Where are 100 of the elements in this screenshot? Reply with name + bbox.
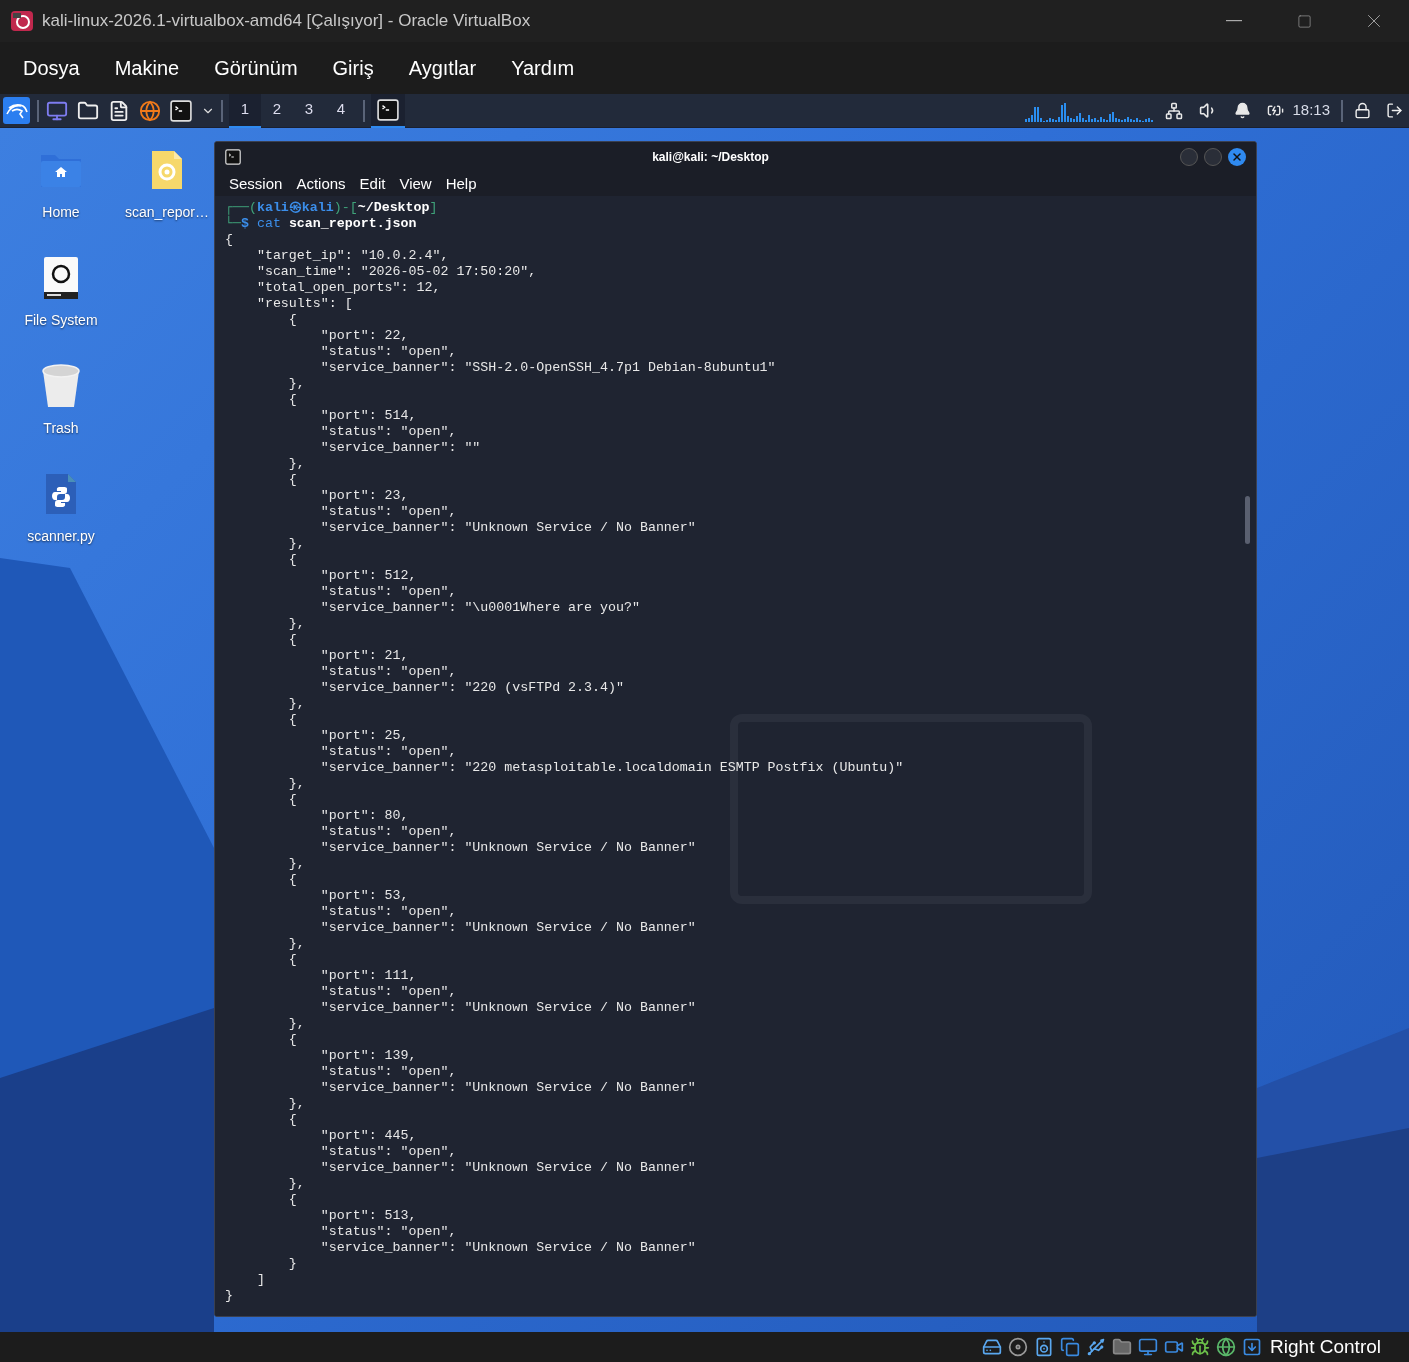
terminal-output-line: }, — [287, 536, 305, 552]
terminal-output-line: "results": [ — [255, 296, 353, 312]
terminal-output-line: }, — [287, 616, 305, 632]
terminal-menu-item[interactable]: Help — [439, 172, 483, 196]
terminal-output-line: "port": 445, — [319, 1128, 417, 1144]
terminal-output-line: "status": "open", — [319, 744, 457, 760]
terminal-menu-item[interactable]: View — [393, 172, 438, 196]
terminal-output-line: "service_banner": "" — [319, 440, 481, 456]
menu-item[interactable]: Dosya — [11, 48, 92, 88]
terminal-output-line: "port": 139, — [319, 1048, 417, 1064]
terminal-output-line: }, — [287, 696, 305, 712]
logout-icon[interactable] — [1386, 102, 1403, 119]
prompt-line: ┌──(kali㉿kali)-[~/Desktop] — [225, 200, 439, 216]
terminal-icon[interactable] — [377, 98, 399, 121]
close-icon — [1231, 151, 1243, 163]
optical-disc-icon[interactable] — [1008, 1337, 1029, 1357]
close-button[interactable] — [1228, 148, 1246, 166]
terminal-output-line: { — [287, 872, 297, 888]
shared-folder-icon[interactable] — [1112, 1337, 1133, 1357]
terminal-title: kali@kali: ~/Desktop — [651, 149, 770, 166]
document-icon[interactable] — [150, 149, 184, 191]
maximize-icon — [1296, 13, 1312, 29]
terminal-output-line: { — [287, 472, 297, 488]
terminal-output-line: "service_banner": "Unknown Service / No Banner" — [319, 1080, 696, 1096]
terminal-output-line: "port": 23, — [319, 488, 409, 504]
scrollbar-thumb — [1245, 496, 1250, 544]
terminal-output-line: ] — [255, 1272, 265, 1288]
app-logo-icon — [10, 9, 34, 33]
terminal-output-line: { — [287, 1192, 297, 1208]
desktop-icon-label: File System — [24, 311, 98, 330]
display-icon[interactable] — [1138, 1337, 1159, 1357]
terminal-output-line: "status": "open", — [319, 664, 457, 680]
web-browser-icon[interactable] — [139, 99, 161, 122]
terminal-output-line: { — [287, 1032, 297, 1048]
window-title: kali-linux-2026.1-virtualbox-amd64 [Çalışıyor] - Oracle VirtualBox — [42, 10, 531, 33]
terminal-output-line: }, — [287, 856, 305, 872]
terminal-output-line: "status": "open", — [319, 424, 457, 440]
terminal-output-line: "port": 21, — [319, 648, 409, 664]
terminal-menu-item[interactable]: Edit — [353, 172, 392, 196]
terminal-output-line: "service_banner": "Unknown Service / No Banner" — [319, 1160, 696, 1176]
menu-item[interactable]: Giriş — [320, 48, 386, 88]
terminal-output-line: "service_banner": "Unknown Service / No Banner" — [319, 520, 696, 536]
desktop-icon-label: Trash — [43, 419, 79, 438]
terminal-output-line: "port": 514, — [319, 408, 417, 424]
terminal-output-line: "target_ip": "10.0.2.4", — [255, 248, 449, 264]
trash-icon[interactable] — [42, 364, 80, 408]
terminal-output-line: { — [287, 552, 297, 568]
usb-icon[interactable] — [1086, 1337, 1107, 1357]
menu-item[interactable]: Yardım — [499, 48, 587, 88]
menu-item[interactable]: Makine — [102, 48, 192, 88]
terminal-output-line: }, — [287, 1176, 305, 1192]
menu-item[interactable]: Aygıtlar — [396, 48, 489, 88]
terminal-output-line: "service_banner": "Unknown Service / No Banner" — [319, 1240, 696, 1256]
terminal-output-line: "service_banner": "Unknown Service / No Banner" — [319, 1000, 696, 1016]
menu-item[interactable]: Görünüm — [202, 48, 310, 88]
terminal-output-line: "service_banner": "220 metasploitable.localdomain ESMTP Postfix (Ubuntu)" — [319, 760, 904, 776]
audio-icon[interactable] — [1034, 1337, 1055, 1357]
terminal-output-line: "status": "open", — [319, 824, 457, 840]
terminal-menu-item[interactable]: Actions — [290, 172, 352, 196]
network-icon[interactable] — [1165, 101, 1184, 120]
terminal-output-line: "service_banner": "Unknown Service / No Banner" — [319, 840, 696, 856]
file-manager-icon[interactable] — [77, 99, 99, 122]
desktop-icon-label: scan_repor… — [124, 203, 209, 222]
terminal-output-line: }, — [287, 456, 305, 472]
terminal-output-line: "scan_time": "2026-05-02 17:50:20", — [255, 264, 537, 280]
terminal-icon[interactable] — [170, 99, 192, 122]
terminal-output-line: "port": 25, — [319, 728, 409, 744]
terminal-output-line: "status": "open", — [319, 1144, 457, 1160]
terminal-output-line: } — [287, 1256, 297, 1272]
terminal-output-line: "status": "open", — [319, 344, 457, 360]
terminal-output-line: { — [287, 712, 297, 728]
terminal-output-line: "port": 22, — [319, 328, 409, 344]
terminal-output-line: { — [287, 392, 297, 408]
terminal-icon[interactable] — [225, 149, 241, 165]
taskbar-window-button[interactable] — [371, 93, 405, 128]
lock-icon[interactable] — [1354, 102, 1371, 119]
text-editor-icon[interactable] — [108, 99, 130, 122]
show-desktop-icon[interactable] — [46, 99, 68, 122]
workspace-tab[interactable]: 2 — [261, 93, 293, 128]
terminal-output-line: { — [287, 1112, 297, 1128]
terminal-output-line: "port": 512, — [319, 568, 417, 584]
terminal-output-line: { — [287, 312, 297, 328]
terminal-output-line: "service_banner": "Unknown Service / No Banner" — [319, 920, 696, 936]
python-file-icon[interactable] — [45, 473, 77, 515]
workspace-tab[interactable]: 4 — [325, 93, 357, 128]
panel-clock[interactable]: 18:13 — [1292, 99, 1330, 122]
terminal-output-line: }, — [287, 376, 305, 392]
workspace-tab[interactable]: 1 — [229, 93, 261, 128]
terminal-output-line: "service_banner": "\u0001Where are you?" — [319, 600, 640, 616]
terminal-output-line: "port": 513, — [319, 1208, 417, 1224]
terminal-menu-item[interactable]: Session — [223, 172, 289, 196]
minimize-icon — [1226, 20, 1242, 22]
terminal-output-line: } — [225, 1288, 233, 1304]
command-line: └─$ cat scan_report.json — [225, 216, 418, 232]
application-menu-button[interactable] — [3, 97, 30, 124]
notification-icon[interactable] — [1234, 102, 1252, 119]
workspace-tab[interactable]: 3 — [293, 93, 325, 128]
drive-icon[interactable] — [43, 256, 79, 300]
terminal-output-line: "status": "open", — [319, 1064, 457, 1080]
terminal-output-line: "port": 111, — [319, 968, 417, 984]
